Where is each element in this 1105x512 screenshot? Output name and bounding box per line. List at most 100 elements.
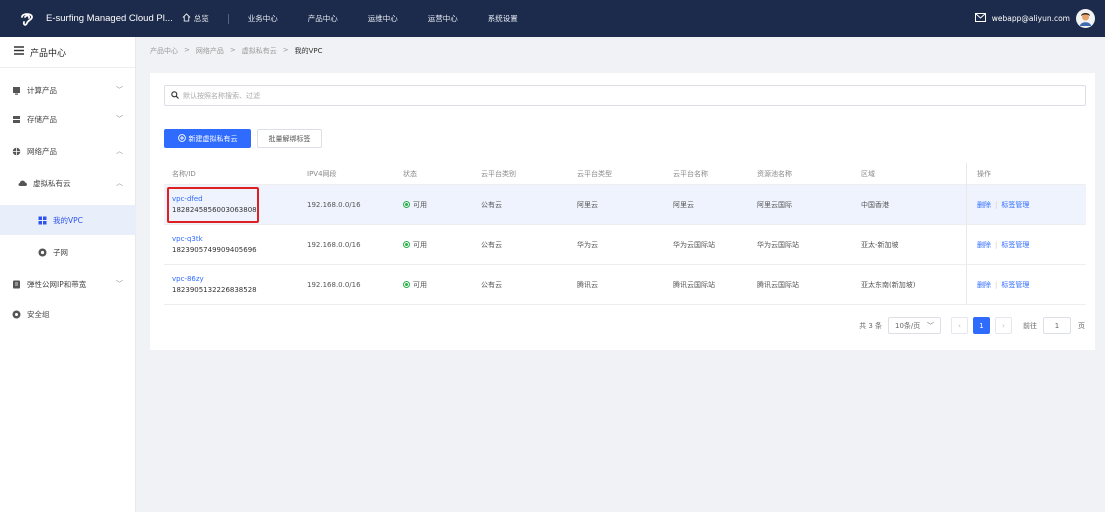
nav-product-center[interactable]: 产品中心: [308, 13, 338, 24]
chevron-down-icon: ﹀: [116, 280, 123, 288]
action-divider: |: [995, 200, 998, 209]
page-number-current[interactable]: 1: [973, 317, 990, 334]
ctyun-logo-icon[interactable]: [19, 11, 35, 27]
page-size-select[interactable]: 10条/页 ﹀: [888, 317, 941, 334]
sidebar-item-label: 存储产品: [27, 114, 57, 124]
tag-manage-link[interactable]: 标签管理: [1001, 240, 1029, 250]
breadcrumb-separator: >: [282, 46, 289, 54]
sidebar-item-security-group[interactable]: 安全组: [0, 304, 136, 324]
sidebar-item-subnet[interactable]: 子网: [0, 242, 136, 262]
chevron-left-icon: ‹: [958, 321, 961, 330]
subnet-icon: [38, 248, 47, 257]
avatar[interactable]: [1076, 9, 1095, 28]
sidebar-item-network[interactable]: 网络产品 ︿: [0, 141, 136, 161]
cell-pool: 阿里云国际: [757, 200, 792, 209]
pagination-total: 共 3 条: [859, 321, 882, 330]
col-category: 云平台类别: [481, 169, 516, 178]
mail-icon: [974, 13, 986, 24]
chevron-right-icon: ›: [1002, 321, 1005, 330]
col-actions: 操作: [966, 162, 1086, 185]
batch-unbind-tags-button[interactable]: 批量解绑标签: [257, 129, 322, 148]
nav-system-settings[interactable]: 系统设置: [488, 13, 518, 24]
vpc-name-link[interactable]: vpc-q3tk: [172, 235, 307, 243]
sidebar-item-label: 计算产品: [27, 85, 57, 95]
sidebar-item-storage[interactable]: 存储产品 ﹀: [0, 109, 136, 129]
sidebar-item-vpc-group[interactable]: 虚拟私有云 ︿: [0, 173, 136, 193]
breadcrumb-item[interactable]: 产品中心: [150, 46, 178, 56]
col-region: 区域: [861, 169, 875, 178]
cell-ipv4: 192.168.0.0/16: [307, 240, 361, 249]
cell-platform: 华为云国际站: [673, 240, 715, 249]
cell-status: 可用: [403, 200, 481, 210]
tag-manage-link[interactable]: 标签管理: [1001, 200, 1029, 210]
sidebar-item-compute[interactable]: 计算产品 ﹀: [0, 80, 136, 100]
status-ok-icon: [403, 201, 410, 208]
breadcrumb-separator: >: [184, 46, 190, 54]
cell-region: 亚太东南(新加坡): [861, 280, 916, 289]
breadcrumb-separator: >: [229, 46, 236, 54]
cell-ipv4: 192.168.0.0/16: [307, 200, 361, 209]
nav-divider: [227, 13, 229, 24]
cell-status: 可用: [403, 240, 481, 250]
table-row[interactable]: vpc-q3tk 1823905749909405696 192.168.0.0…: [164, 225, 1086, 265]
prev-page-button[interactable]: ‹: [951, 317, 968, 334]
sidebar-item-label: 我的VPC: [53, 215, 83, 225]
breadcrumb: 产品中心 > 网络产品 > 虚拟私有云 > 我的VPC: [150, 46, 323, 56]
search-placeholder: 默认按照名称搜索、过滤: [183, 91, 260, 100]
search-icon: [171, 90, 179, 101]
menu-icon[interactable]: [14, 46, 24, 58]
breadcrumb-item[interactable]: 网络产品: [196, 46, 224, 56]
cell-region: 亚太-新加坡: [861, 240, 899, 249]
delete-link[interactable]: 删除: [977, 240, 991, 250]
compute-icon: [12, 86, 21, 95]
chevron-up-icon: ︿: [116, 147, 123, 155]
col-name-id: 名称/ID: [172, 169, 196, 178]
user-area[interactable]: webapp@aliyun.com: [974, 0, 1095, 37]
delete-link[interactable]: 删除: [977, 200, 991, 210]
nav-business-center[interactable]: 业务中心: [248, 13, 278, 24]
nav-ops-center[interactable]: 运维中心: [368, 13, 398, 24]
sidebar-item-eip[interactable]: 弹性公网IP和带宽 ﹀: [0, 274, 136, 294]
page-size-value: 10条/页: [895, 321, 921, 330]
create-vpc-button[interactable]: 新建虚拟私有云: [164, 129, 251, 148]
action-divider: |: [995, 240, 998, 249]
status-ok-icon: [403, 281, 410, 288]
sidebar: 产品中心 计算产品 ﹀ 存储产品 ﹀ 网络产品 ︿ 虚拟私有云 ︿ 我的VPC …: [0, 37, 136, 512]
table-row[interactable]: vpc-dfed 1828245856003063808 192.168.0.0…: [164, 185, 1086, 225]
cell-platform: 阿里云: [673, 200, 694, 209]
cell-name-id: vpc-q3tk 1823905749909405696: [164, 235, 307, 254]
cloud-icon: [18, 179, 27, 188]
vpc-id: 1823905749909405696: [172, 246, 257, 254]
app-title[interactable]: E-surfing Managed Cloud Pl...: [46, 13, 173, 24]
highlight-box: [167, 187, 259, 223]
breadcrumb-item[interactable]: 虚拟私有云: [242, 46, 277, 56]
search-input[interactable]: 默认按照名称搜索、过滤: [164, 85, 1086, 106]
breadcrumb-current: 我的VPC: [294, 47, 323, 55]
goto-page-input[interactable]: 1: [1043, 317, 1071, 334]
sidebar-item-my-vpc[interactable]: 我的VPC: [0, 205, 136, 235]
create-vpc-label: 新建虚拟私有云: [188, 134, 238, 143]
next-page-button[interactable]: ›: [995, 317, 1012, 334]
plus-circle-icon: [177, 133, 186, 144]
chevron-up-icon: ︿: [116, 179, 123, 187]
eip-icon: [12, 280, 21, 289]
sidebar-item-label: 弹性公网IP和带宽: [27, 279, 87, 289]
home-link[interactable]: 总览: [182, 13, 209, 24]
table-row[interactable]: vpc-86zy 1823905132226838528 192.168.0.0…: [164, 265, 1086, 305]
status-text: 可用: [413, 240, 427, 249]
cell-category: 公有云: [481, 200, 502, 209]
delete-link[interactable]: 删除: [977, 280, 991, 290]
vpc-id: 1823905132226838528: [172, 286, 257, 294]
main-panel: 默认按照名称搜索、过滤 新建虚拟私有云 批量解绑标签 名称/ID IPV4网段 …: [150, 73, 1095, 350]
status-text: 可用: [413, 280, 427, 289]
user-email[interactable]: webapp@aliyun.com: [992, 14, 1070, 23]
page-unit-label: 页: [1078, 321, 1085, 330]
sidebar-item-label: 虚拟私有云: [33, 178, 71, 188]
vpc-name-link[interactable]: vpc-86zy: [172, 275, 307, 283]
top-bar: E-surfing Managed Cloud Pl... 总览 业务中心 产品…: [0, 0, 1105, 37]
cell-status: 可用: [403, 280, 481, 290]
cell-pool: 腾讯云国际站: [757, 280, 799, 289]
col-status: 状态: [403, 169, 417, 178]
tag-manage-link[interactable]: 标签管理: [1001, 280, 1029, 290]
nav-operation-center[interactable]: 运营中心: [428, 13, 458, 24]
